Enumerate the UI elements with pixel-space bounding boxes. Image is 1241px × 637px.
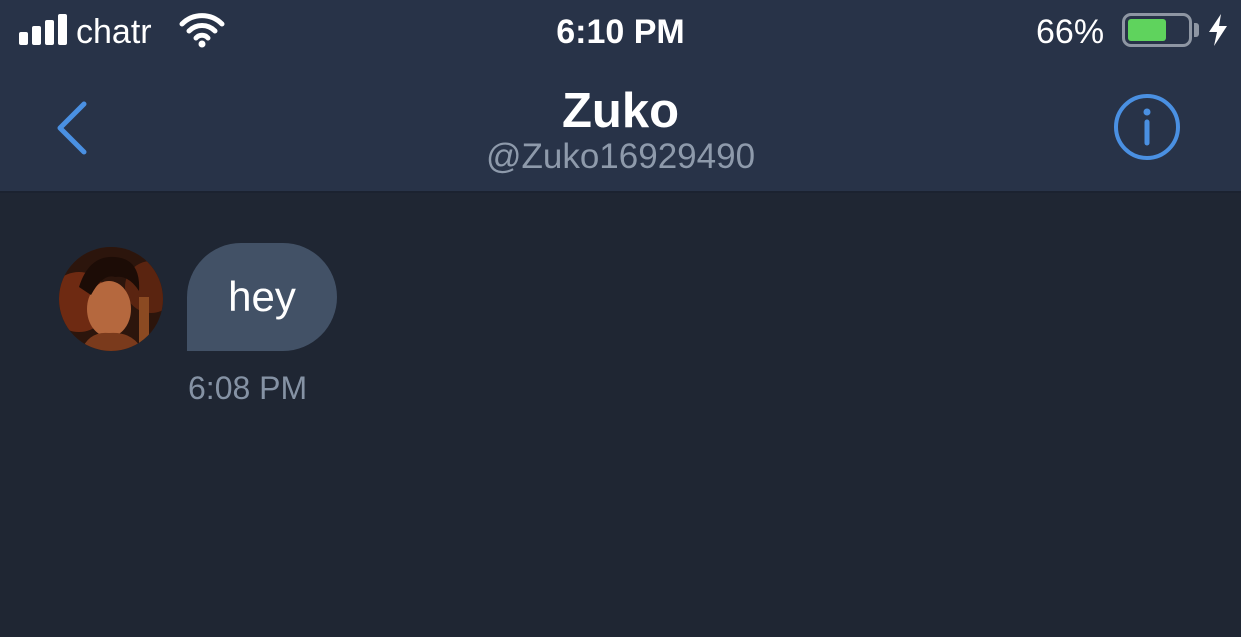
battery-level-fill	[1128, 19, 1166, 41]
conversation-title: Zuko	[561, 84, 680, 138]
battery-percentage: 66%	[1036, 13, 1105, 51]
avatar-image	[59, 247, 163, 351]
message-text: hey	[228, 273, 296, 320]
battery-tip	[1194, 23, 1199, 37]
avatar[interactable]	[59, 247, 163, 351]
message-timestamp: 6:08 PM	[188, 370, 308, 406]
info-circle-icon[interactable]	[1110, 90, 1184, 164]
header-divider	[0, 191, 1241, 193]
message-bubble[interactable]: hey	[187, 243, 337, 351]
charging-bolt-icon	[1209, 14, 1227, 46]
user-handle: @Zuko16929490	[485, 137, 756, 176]
battery-icon	[1122, 13, 1192, 47]
